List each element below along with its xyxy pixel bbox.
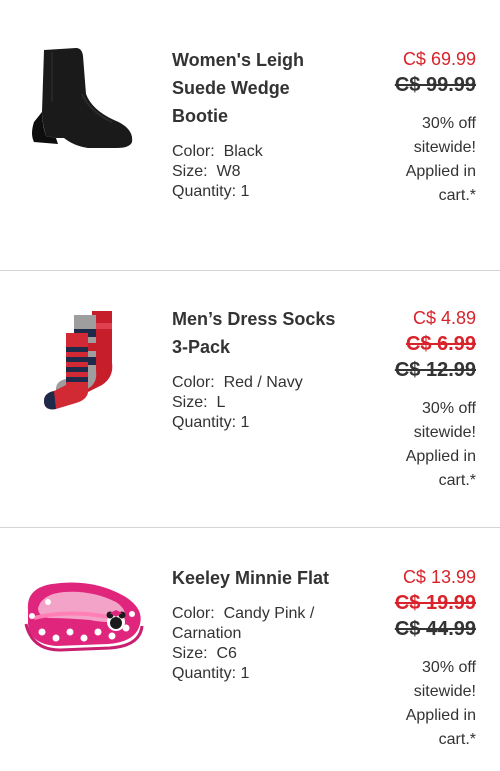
- color-attribute: Color: Black: [172, 143, 263, 160]
- black-wedge-bootie-icon: [32, 48, 133, 148]
- color-attribute: Color: Red / Navy: [172, 374, 303, 391]
- striped-socks-icon: [44, 311, 113, 410]
- product-image[interactable]: [12, 42, 152, 152]
- current-price: C$ 4.89: [412, 308, 476, 328]
- product-image[interactable]: [12, 293, 152, 411]
- product-name-line[interactable]: Bootie: [172, 102, 372, 130]
- current-price: C$ 69.99: [402, 49, 476, 69]
- product-name-line[interactable]: Suede Wedge: [172, 74, 372, 102]
- quantity-attribute: Quantity: 1: [172, 414, 250, 431]
- cart-item: Men’s Dress Socks 3-Pack Color: Red / Na…: [0, 271, 500, 527]
- original-price: C$ 99.99: [394, 74, 476, 96]
- product-name-line[interactable]: Men’s Dress Socks: [172, 305, 372, 333]
- product-name[interactable]: Keeley Minnie Flat: [172, 564, 372, 592]
- product-name[interactable]: Women's Leigh Suede Wedge Bootie: [172, 46, 372, 130]
- promo-note: 30% off sitewide! Applied in cart.*: [405, 659, 476, 748]
- product-image[interactable]: [12, 558, 152, 658]
- product-name-line[interactable]: Keeley Minnie Flat: [172, 564, 372, 592]
- pink-minnie-flat-icon: [24, 582, 144, 652]
- sale-price-previous: C$ 6.99: [405, 333, 476, 355]
- size-attribute: Size: L: [172, 394, 226, 411]
- original-price: C$ 44.99: [394, 618, 476, 640]
- promo-note: 30% off sitewide! Applied in cart.*: [405, 400, 476, 489]
- size-attribute: Size: C6: [172, 645, 237, 662]
- product-name-line[interactable]: Women's Leigh: [172, 46, 372, 74]
- product-name-line[interactable]: 3-Pack: [172, 333, 372, 361]
- quantity-attribute: Quantity: 1: [172, 665, 250, 682]
- color-attribute: Color: Candy Pink /: [172, 605, 315, 622]
- color-attribute-continued: Carnation: [172, 625, 242, 642]
- size-attribute: Size: W8: [172, 163, 241, 180]
- product-name[interactable]: Men’s Dress Socks 3-Pack: [172, 305, 372, 361]
- cart-item: Women's Leigh Suede Wedge Bootie Color: …: [0, 0, 500, 270]
- sale-price-previous: C$ 19.99: [394, 592, 476, 614]
- quantity-attribute: Quantity: 1: [172, 183, 250, 200]
- original-price: C$ 12.99: [394, 359, 476, 381]
- current-price: C$ 13.99: [402, 567, 476, 587]
- cart-item: Keeley Minnie Flat Color: Candy Pink / C…: [0, 528, 500, 771]
- promo-note: 30% off sitewide! Applied in cart.*: [405, 115, 476, 204]
